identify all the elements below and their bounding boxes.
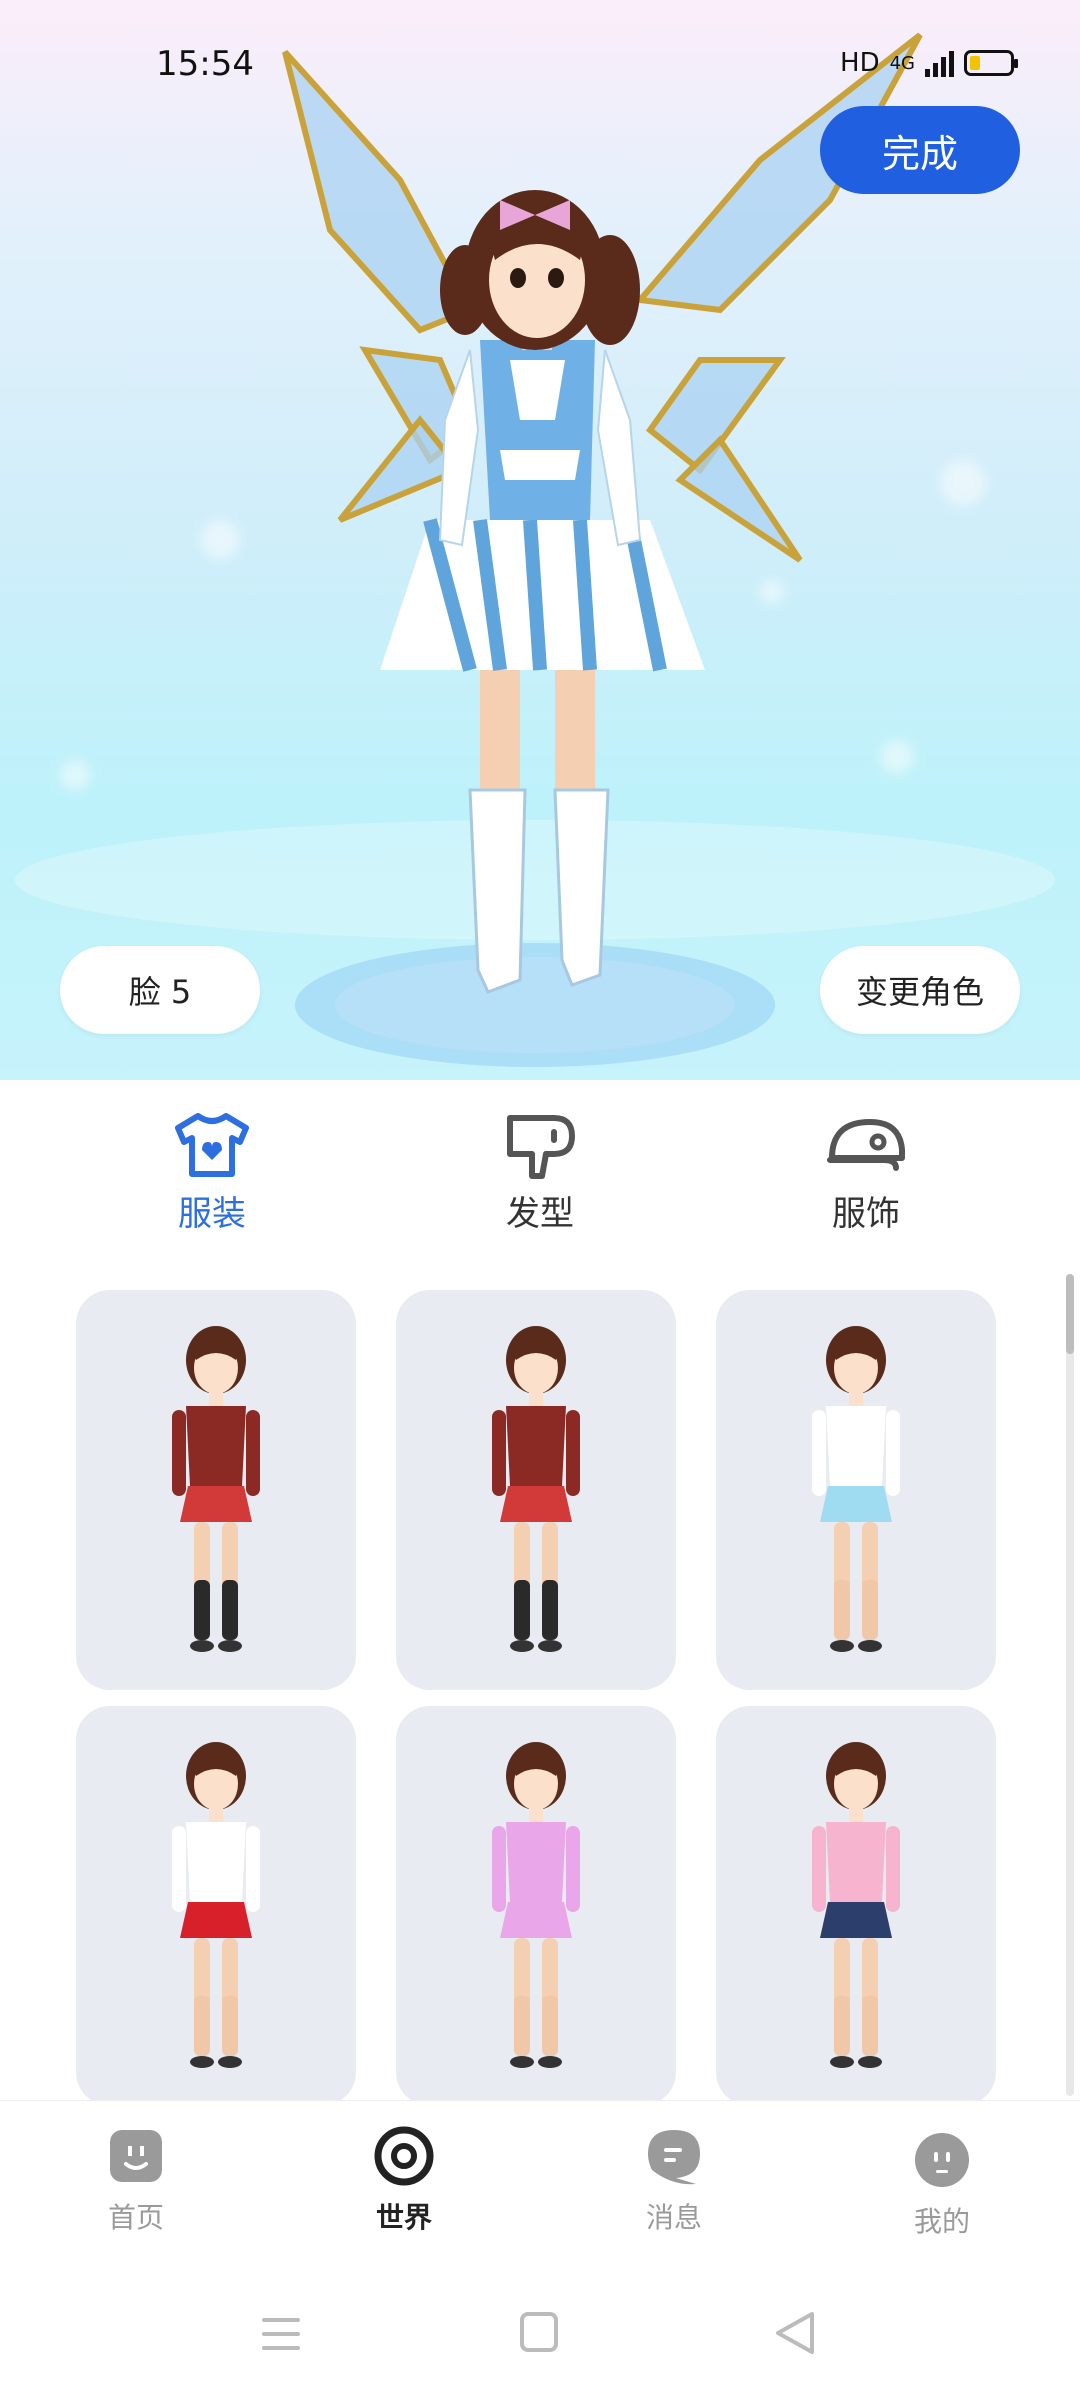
outfit-card-swimsuit[interactable] bbox=[396, 1706, 676, 2100]
nav-world[interactable]: 世界 bbox=[324, 2124, 484, 2236]
outfit-grid bbox=[76, 1290, 998, 2100]
tab-hairstyle[interactable]: 发型 bbox=[450, 1110, 630, 1235]
outfit-card-gym-outfit[interactable] bbox=[76, 1706, 356, 2100]
tab-accessories[interactable]: 服饰 bbox=[776, 1110, 956, 1235]
outfit-figure bbox=[172, 1326, 260, 1652]
home-square-icon[interactable] bbox=[520, 2312, 558, 2352]
scrollbar-thumb[interactable] bbox=[1066, 1274, 1074, 1354]
tab-hairstyle-label: 发型 bbox=[506, 1194, 574, 1234]
world-target-icon bbox=[374, 2126, 434, 2186]
character-preview-scene[interactable]: 15:54 HD 4G 完成 脸 5 变更角色 bbox=[0, 0, 1080, 1080]
outfit-card-sailor-uniform[interactable] bbox=[716, 1290, 996, 1690]
outfit-figure bbox=[812, 1326, 900, 1652]
outfit-card-kindergarten-outfit[interactable] bbox=[716, 1706, 996, 2100]
outfit-figure bbox=[172, 1742, 260, 2068]
outfit-figure bbox=[492, 1326, 580, 1652]
cap-icon bbox=[827, 1119, 905, 1171]
outfit-card-red-blazer-uniform-1[interactable] bbox=[76, 1290, 356, 1690]
status-time: 15:54 bbox=[156, 44, 254, 84]
status-icons: HD 4G bbox=[840, 48, 1018, 78]
nav-messages-label: 消息 bbox=[645, 2201, 702, 2234]
tab-clothing-label: 服装 bbox=[178, 1194, 246, 1234]
battery-icon bbox=[964, 50, 1018, 76]
tab-accessories-label: 服饰 bbox=[832, 1194, 900, 1234]
outfit-card-red-blazer-uniform-2[interactable] bbox=[396, 1290, 676, 1690]
nav-world-label: 世界 bbox=[375, 2201, 432, 2234]
menu-icon[interactable] bbox=[262, 2318, 300, 2350]
network-type-label: 4G bbox=[889, 52, 915, 74]
system-navigation-bar bbox=[262, 2312, 814, 2354]
signal-icon bbox=[925, 49, 954, 77]
hair-dryer-icon bbox=[507, 1115, 575, 1179]
face-select-button[interactable]: 脸 5 bbox=[60, 946, 260, 1034]
back-triangle-icon[interactable] bbox=[776, 2312, 814, 2354]
outfit-figure bbox=[812, 1742, 900, 2068]
nav-profile-label: 我的 bbox=[913, 2205, 970, 2238]
home-face-icon bbox=[110, 2130, 162, 2182]
change-role-button[interactable]: 变更角色 bbox=[820, 946, 1020, 1034]
nav-home[interactable]: 首页 bbox=[56, 2124, 216, 2236]
message-bubble-icon bbox=[648, 2130, 700, 2185]
outfit-figure bbox=[492, 1742, 580, 2068]
done-button[interactable]: 完成 bbox=[820, 106, 1020, 194]
tab-clothing[interactable]: 服装 bbox=[122, 1110, 302, 1235]
grid-scrollbar[interactable] bbox=[1066, 1274, 1074, 2096]
character-editor-screen: 15:54 HD 4G 完成 脸 5 变更角色 服装 发型 服饰 首页 世界 消… bbox=[0, 0, 1080, 2400]
nav-home-label: 首页 bbox=[107, 2201, 164, 2234]
shirt-icon bbox=[175, 1113, 249, 1177]
nav-messages[interactable]: 消息 bbox=[594, 2124, 754, 2236]
profile-face-icon bbox=[915, 2133, 969, 2187]
network-label: HD bbox=[840, 48, 880, 78]
nav-profile[interactable]: 我的 bbox=[862, 2128, 1022, 2240]
